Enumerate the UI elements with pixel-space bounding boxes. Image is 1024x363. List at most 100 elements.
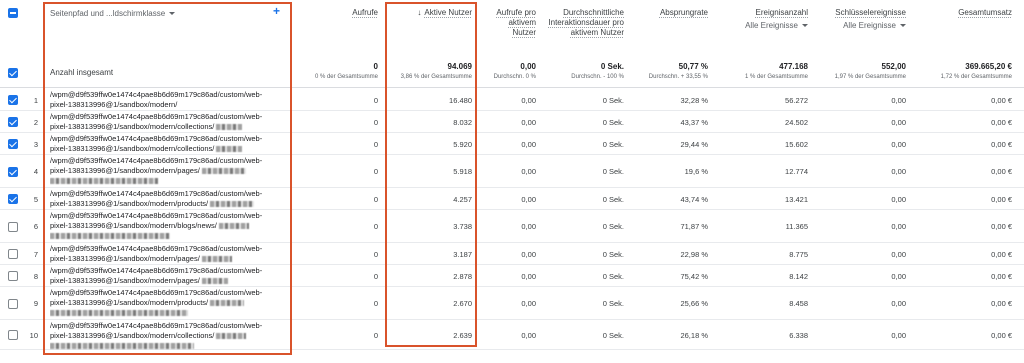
metric-cell: 2.878 (453, 271, 472, 281)
event-filter-dropdown[interactable]: Alle Ereignisse (816, 21, 906, 31)
totals-value: 369.665,20 € (965, 62, 1012, 71)
redacted-segment (201, 256, 232, 263)
row-checkbox[interactable] (8, 139, 18, 149)
page-path-line: /wpm@d9f539ffw0e1474c4pae8b6d69m179c86ad… (50, 156, 263, 165)
table-row[interactable]: 4/wpm@d9f539ffw0e1474c4pae8b6d69m179c86a… (0, 155, 1024, 188)
metric-cell: 0,00 (891, 330, 906, 340)
table-row[interactable]: 6/wpm@d9f539ffw0e1474c4pae8b6d69m179c86a… (0, 210, 1024, 243)
totals-value: 94.069 (447, 62, 472, 71)
metric-cell: 0,00 € (991, 95, 1012, 105)
row-checkbox[interactable] (8, 166, 18, 177)
column-header-text: Aufrufe (352, 8, 378, 17)
page-path[interactable]: /wpm@d9f539ffw0e1474c4pae8b6d69m179c86ad… (50, 134, 285, 154)
metric-cell: 0,00 € (991, 299, 1012, 308)
page-path-text: pixel-138313996@1/sandbox/modern/collect… (50, 122, 215, 131)
page-path-line: /wpm@d9f539ffw0e1474c4pae8b6d69m179c86ad… (50, 288, 263, 297)
metric-cell: 4.257 (453, 194, 472, 204)
redacted-segment (50, 233, 170, 240)
table-row[interactable]: 2/wpm@d9f539ffw0e1474c4pae8b6d69m179c86a… (0, 111, 1024, 133)
page-path-line: /wpm@d9f539ffw0e1474c4pae8b6d69m179c86ad… (50, 211, 263, 220)
table-row[interactable]: 8/wpm@d9f539ffw0e1474c4pae8b6d69m179c86a… (0, 265, 1024, 287)
metric-cell: 43,37 % (680, 117, 708, 127)
page-path[interactable]: /wpm@d9f539ffw0e1474c4pae8b6d69m179c86ad… (50, 112, 285, 132)
row-index: 7 (33, 249, 38, 259)
redacted-segment (218, 223, 249, 230)
event-filter-dropdown[interactable]: Alle Ereignisse (718, 21, 808, 31)
select-all-checkbox[interactable] (8, 8, 18, 18)
row-index: 5 (33, 194, 38, 204)
table-row[interactable]: 3/wpm@d9f539ffw0e1474c4pae8b6d69m179c86a… (0, 133, 1024, 155)
metric-cell: 0 Sek. (602, 330, 624, 340)
metric-cell: 0,00 (521, 299, 536, 308)
metric-cell: 0,00 € (991, 194, 1012, 204)
metric-cell: 12.774 (785, 167, 808, 176)
metric-cell: 0,00 (521, 95, 536, 105)
page-path[interactable]: /wpm@d9f539ffw0e1474c4pae8b6d69m179c86ad… (50, 266, 285, 286)
metric-cell: 2.639 (453, 330, 472, 340)
totals-value: 477.168 (779, 62, 808, 71)
totals-subtext: 0 % der Gesamtsumme (314, 74, 378, 80)
row-checkbox[interactable] (8, 330, 18, 340)
row-checkbox[interactable] (8, 298, 18, 309)
totals-value: 0,00 (520, 62, 536, 71)
metric-cell: 0,00 (891, 299, 906, 308)
metric-cell: 0 (373, 330, 378, 340)
page-path-line: pixel-138313996@1/sandbox/modern/collect… (50, 122, 285, 132)
totals-checkbox[interactable] (8, 68, 18, 78)
column-header-text: Schlüsselereignisse (835, 8, 906, 17)
page-path-line: pixel-138313996@1/sandbox/modern/blogs/n… (50, 221, 285, 231)
dimension-label: Seitenpfad und ...ldschirmklasse (50, 9, 166, 18)
page-path[interactable]: /wpm@d9f539ffw0e1474c4pae8b6d69m179c86ad… (50, 211, 285, 241)
page-path-line (50, 231, 285, 241)
page-path-line: pixel-138313996@1/sandbox/modern/product… (50, 298, 285, 308)
redacted-segment (50, 343, 194, 350)
column-header-label: Schlüsselereignisse (816, 8, 906, 18)
row-checkbox[interactable] (8, 117, 18, 127)
redacted-segment (201, 278, 228, 285)
metric-cell: 29,44 % (680, 139, 708, 149)
metric-cell: 0,00 (891, 222, 906, 231)
plus-icon[interactable]: + (273, 4, 280, 18)
page-path[interactable]: /wpm@d9f539ffw0e1474c4pae8b6d69m179c86ad… (50, 244, 285, 264)
metric-cell: 16.480 (449, 95, 472, 105)
page-path[interactable]: /wpm@d9f539ffw0e1474c4pae8b6d69m179c86ad… (50, 288, 285, 318)
page-path-text: pixel-138313996@1/sandbox/modern/pages/ (50, 276, 200, 285)
column-header-text: Absprungrate (659, 8, 708, 17)
table-row[interactable]: 10/wpm@d9f539ffw0e1474c4pae8b6d69m179c86… (0, 320, 1024, 350)
table-row[interactable]: 7/wpm@d9f539ffw0e1474c4pae8b6d69m179c86a… (0, 243, 1024, 265)
table-row[interactable]: 1/wpm@d9f539ffw0e1474c4pae8b6d69m179c86a… (0, 89, 1024, 111)
table-row[interactable]: 9/wpm@d9f539ffw0e1474c4pae8b6d69m179c86a… (0, 287, 1024, 320)
page-path-text: pixel-138313996@1/sandbox/modern/collect… (50, 144, 215, 153)
row-checkbox[interactable] (8, 271, 18, 281)
metric-cell: 0,00 (891, 194, 906, 204)
page-path[interactable]: /wpm@d9f539ffw0e1474c4pae8b6d69m179c86ad… (50, 321, 285, 351)
redacted-segment (216, 124, 243, 131)
metric-cell: 22,98 % (680, 249, 708, 259)
row-index: 10 (29, 330, 38, 340)
table-row[interactable]: 5/wpm@d9f539ffw0e1474c4pae8b6d69m179c86a… (0, 188, 1024, 210)
row-checkbox[interactable] (8, 194, 18, 204)
row-checkbox[interactable] (8, 95, 18, 105)
page-path-text: pixel-138313996@1/sandbox/modern/blogs/n… (50, 221, 217, 230)
metric-cell: 0 Sek. (602, 222, 624, 231)
redacted-segment (216, 146, 243, 153)
metric-cell: 3.187 (453, 249, 472, 259)
metric-cell: 0 (373, 95, 378, 105)
page-path[interactable]: /wpm@d9f539ffw0e1474c4pae8b6d69m179c86ad… (50, 156, 285, 186)
totals-subtext: 3,86 % der Gesamtsumme (400, 74, 472, 80)
metric-cell: 0 (373, 299, 378, 308)
metric-cell: 0 (373, 167, 378, 176)
metric-cell: 0,00 € (991, 330, 1012, 340)
metric-cell: 0,00 (891, 139, 906, 149)
dimension-selector[interactable]: Seitenpfad und ...ldschirmklasse (50, 9, 176, 18)
row-checkbox[interactable] (8, 221, 18, 232)
metric-cell: 24.502 (785, 117, 808, 127)
metric-cell: 8.032 (453, 117, 472, 127)
metric-cell: 0 Sek. (602, 117, 624, 127)
column-header-label: Aufrufe (308, 8, 378, 18)
metric-cell: 19,6 % (684, 167, 708, 176)
row-checkbox[interactable] (8, 249, 18, 259)
page-path[interactable]: /wpm@d9f539ffw0e1474c4pae8b6d69m179c86ad… (50, 90, 285, 110)
row-index: 6 (33, 222, 38, 231)
page-path[interactable]: /wpm@d9f539ffw0e1474c4pae8b6d69m179c86ad… (50, 189, 285, 209)
